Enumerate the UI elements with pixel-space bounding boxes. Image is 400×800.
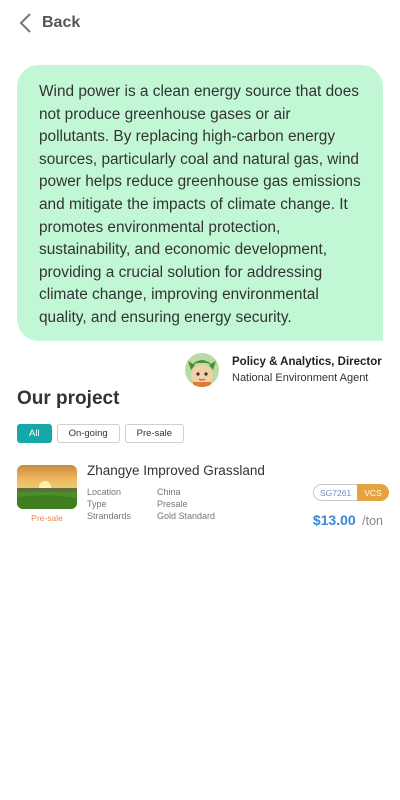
project-badges: SG7261 VCS [313, 484, 389, 501]
author-title: Policy & Analytics, Director [232, 356, 382, 368]
filter-all[interactable]: All [17, 424, 52, 443]
filter-chips: All On-going Pre-sale [17, 424, 185, 443]
spec-value: China [157, 487, 181, 497]
project-price: $13.00 /ton [313, 512, 383, 530]
spec-row-location: Location China [87, 486, 215, 498]
project-id-badge: SG7261 [313, 484, 358, 501]
standard-badge: VCS [357, 484, 389, 501]
back-label: Back [42, 14, 81, 31]
price-unit: /ton [362, 514, 383, 528]
section-title: Our project [17, 388, 120, 409]
spec-key: Location [87, 487, 122, 497]
spec-key: Type [87, 499, 107, 509]
spec-key: Strandards [87, 511, 132, 521]
back-button[interactable]: Back [18, 10, 80, 36]
project-specs: Location China Type Presale Strandards G… [87, 486, 215, 522]
author-organization: National Environment Agent [232, 372, 369, 384]
spec-value: Gold Standard [157, 511, 216, 521]
chevron-left-icon [19, 13, 31, 33]
avatar [185, 353, 219, 387]
quote-bubble: Wind power is a clean energy source that… [17, 65, 383, 341]
price-amount: $13.00 [312, 512, 356, 528]
project-name[interactable]: Zhangye Improved Grassland [87, 463, 265, 478]
filter-pre-sale[interactable]: Pre-sale [124, 424, 185, 443]
status-badge: Pre-sale [31, 513, 63, 523]
spec-value: Presale [157, 499, 188, 509]
spec-row-type: Type Presale [87, 498, 215, 510]
project-thumbnail[interactable] [17, 465, 77, 509]
spec-row-standards: Strandards Gold Standard [87, 510, 215, 522]
filter-on-going[interactable]: On-going [56, 424, 120, 443]
quote-text: Wind power is a clean energy source that… [39, 83, 361, 326]
